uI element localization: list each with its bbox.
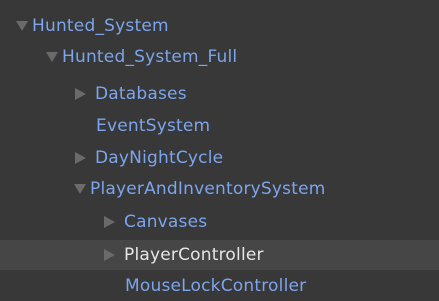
hierarchy-item-eventsystem[interactable]: EventSystem [0,111,439,141]
hierarchy-item-label: Databases [95,84,187,104]
hierarchy-item-playercontroller[interactable]: PlayerController [0,240,439,270]
expand-arrow-icon[interactable] [74,184,86,194]
hierarchy-item-label: Hunted_System_Full [62,47,238,67]
expand-arrow-icon[interactable] [16,21,28,31]
expand-arrow-icon[interactable] [46,52,58,62]
hierarchy-item-label: Hunted_System [32,16,169,36]
hierarchy-item-label: PlayerAndInventorySystem [90,179,326,199]
collapsed-arrow-icon[interactable] [104,216,115,228]
hierarchy-item-daynightcycle[interactable]: DayNightCycle [0,143,439,173]
hierarchy-panel: Hunted_System Hunted_System_Full Databas… [0,0,439,301]
hierarchy-item-databases[interactable]: Databases [0,79,439,109]
hierarchy-item-hunted-system-full[interactable]: Hunted_System_Full [0,42,439,72]
hierarchy-item-label: EventSystem [96,116,211,136]
collapsed-arrow-icon[interactable] [75,88,86,100]
collapsed-arrow-icon[interactable] [75,152,86,164]
hierarchy-item-label: PlayerController [124,245,264,265]
hierarchy-item-label: DayNightCycle [95,148,224,168]
hierarchy-item-hunted-system[interactable]: Hunted_System [0,11,439,41]
hierarchy-item-mouselockcontroller[interactable]: MouseLockController [0,271,439,301]
hierarchy-item-canvases[interactable]: Canvases [0,207,439,237]
hierarchy-item-label: MouseLockController [125,276,307,296]
collapsed-arrow-icon[interactable] [104,249,115,261]
hierarchy-item-label: Canvases [124,212,208,232]
hierarchy-item-playerandinventorysystem[interactable]: PlayerAndInventorySystem [0,174,439,204]
